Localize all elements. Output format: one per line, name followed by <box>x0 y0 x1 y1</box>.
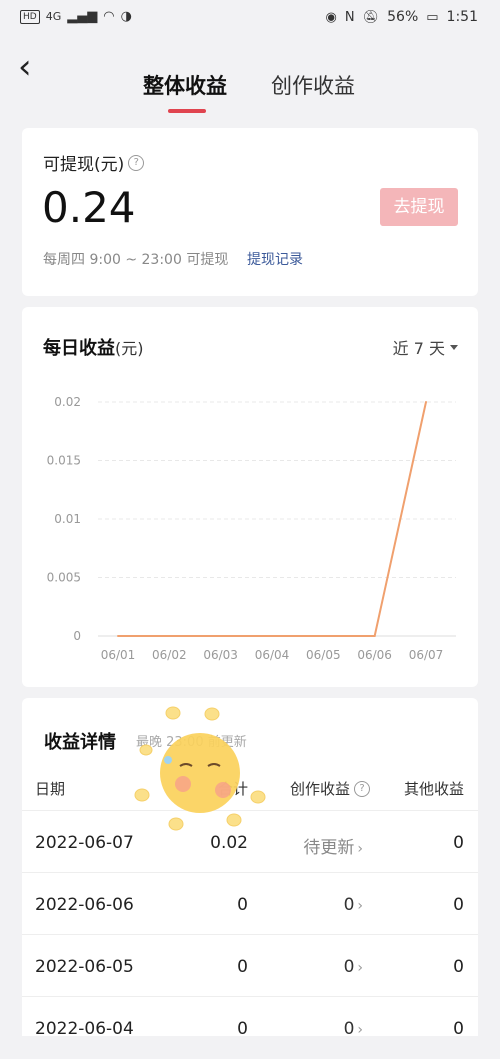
row-other: 0 <box>453 1019 464 1039</box>
x-tick-label: 06/01 <box>101 648 136 662</box>
x-tick-label: 06/03 <box>203 648 238 662</box>
y-tick-label: 0 <box>73 629 81 643</box>
withdraw-history-link[interactable]: 提现记录 <box>247 249 303 269</box>
mute-icon: 🔕︎ <box>362 9 380 25</box>
income-detail-title: 收益详情 <box>44 732 116 753</box>
battery-icon: ▭ <box>426 9 439 25</box>
data-point <box>219 635 222 637</box>
data-point <box>425 401 427 403</box>
withdraw-button[interactable]: 去提现 <box>380 188 458 226</box>
y-tick-label: 0.01 <box>54 512 81 526</box>
withdrawable-label: 可提现(元) <box>43 155 125 175</box>
row-creation[interactable]: 0 › <box>344 895 363 915</box>
row-other: 0 <box>453 833 464 853</box>
row-date: 2022-06-07 <box>35 833 134 853</box>
row-total: 0 <box>237 957 248 977</box>
data-point <box>271 635 273 637</box>
chevron-right-icon: › <box>357 960 363 976</box>
row-total: 0 <box>237 1019 248 1039</box>
battery-percent: 56% <box>387 9 419 25</box>
tab-creation-income[interactable]: 创作收益 <box>271 70 355 100</box>
row-other: 0 <box>453 895 464 915</box>
header-creation-label: 创作收益 <box>289 780 350 798</box>
chevron-right-icon: › <box>357 898 363 914</box>
clock: 1:51 <box>446 9 478 25</box>
withdrawable-amount: 0.24 <box>42 183 136 232</box>
top-nav: ‹ 整体收益 创作收益 <box>0 36 500 120</box>
y-tick-label: 0.015 <box>47 454 81 468</box>
sun-sticker <box>134 706 266 831</box>
eye-icon: ◉ <box>325 9 337 25</box>
daily-income-chart: 0.02 0.015 0.01 0.005 0 06/01 06/02 06/03 06/04 0… <box>47 395 456 662</box>
daily-income-card: 每日收益(元) 近 7 天 0.02 0.015 0.01 0.005 0 06/01 06… <box>22 307 478 687</box>
network-badge: 4G <box>45 10 62 23</box>
header-creation: 创作收益 ? <box>290 778 370 799</box>
table-row: 2022-06-06 0 0 › 0 <box>22 872 478 935</box>
row-creation[interactable]: 待更新 › <box>303 833 363 858</box>
data-point <box>117 635 119 637</box>
data-point <box>373 635 376 637</box>
row-creation-value: 0 <box>343 957 355 977</box>
x-tick-label: 06/04 <box>255 648 290 662</box>
x-tick-label: 06/07 <box>409 648 444 662</box>
data-point <box>322 635 325 637</box>
nfc-icon: N <box>344 9 355 25</box>
header-date: 日期 <box>35 780 66 798</box>
back-icon[interactable]: ‹ <box>18 50 48 88</box>
table-row: 2022-06-04 0 0 › 0 <box>22 996 478 1059</box>
row-creation-value: 0 <box>343 1019 355 1039</box>
tab-overall-income[interactable]: 整体收益 <box>143 70 227 100</box>
row-creation[interactable]: 0 › <box>344 957 363 977</box>
row-date: 2022-06-04 <box>35 1019 134 1039</box>
wifi-icon: ◠ <box>103 9 115 24</box>
row-creation[interactable]: 0 › <box>344 1019 363 1039</box>
table-row: 2022-06-05 0 0 › 0 <box>22 934 478 997</box>
header-other: 其他收益 <box>403 780 464 798</box>
x-tick-label: 06/05 <box>306 648 341 662</box>
chevron-right-icon: › <box>357 841 363 857</box>
withdraw-schedule-note: 每周四 9:00 ~ 23:00 可提现 <box>43 252 229 268</box>
question-icon[interactable]: ? <box>128 154 145 171</box>
y-tick-label: 0.02 <box>54 395 81 409</box>
wechat-icon: ◑ <box>120 9 132 24</box>
row-total: 0.02 <box>210 833 248 853</box>
row-total: 0 <box>237 895 248 915</box>
x-tick-label: 06/02 <box>152 648 187 662</box>
data-point <box>168 635 171 637</box>
status-bar: HD 4G ▂▄▆ ◠ ◑ ◉ N 🔕︎ 56% ▭ 1:51 <box>0 0 500 36</box>
row-date: 2022-06-05 <box>35 957 134 977</box>
withdraw-card: 可提现(元) ? 0.24 去提现 每周四 9:00 ~ 23:00 可提现 提… <box>22 128 478 296</box>
row-other: 0 <box>453 957 464 977</box>
row-creation-value: 待更新 <box>303 838 355 858</box>
row-date: 2022-06-06 <box>35 895 134 915</box>
hd-badge: HD <box>20 9 40 24</box>
y-tick-label: 0.005 <box>47 571 81 585</box>
active-tab-indicator <box>168 109 206 113</box>
x-tick-label: 06/06 <box>357 648 392 662</box>
signal-icon: ▂▄▆ <box>67 9 98 24</box>
question-icon[interactable]: ? <box>354 780 370 797</box>
row-creation-value: 0 <box>343 895 355 915</box>
withdrawable-label-row: 可提现(元) ? <box>43 150 145 175</box>
